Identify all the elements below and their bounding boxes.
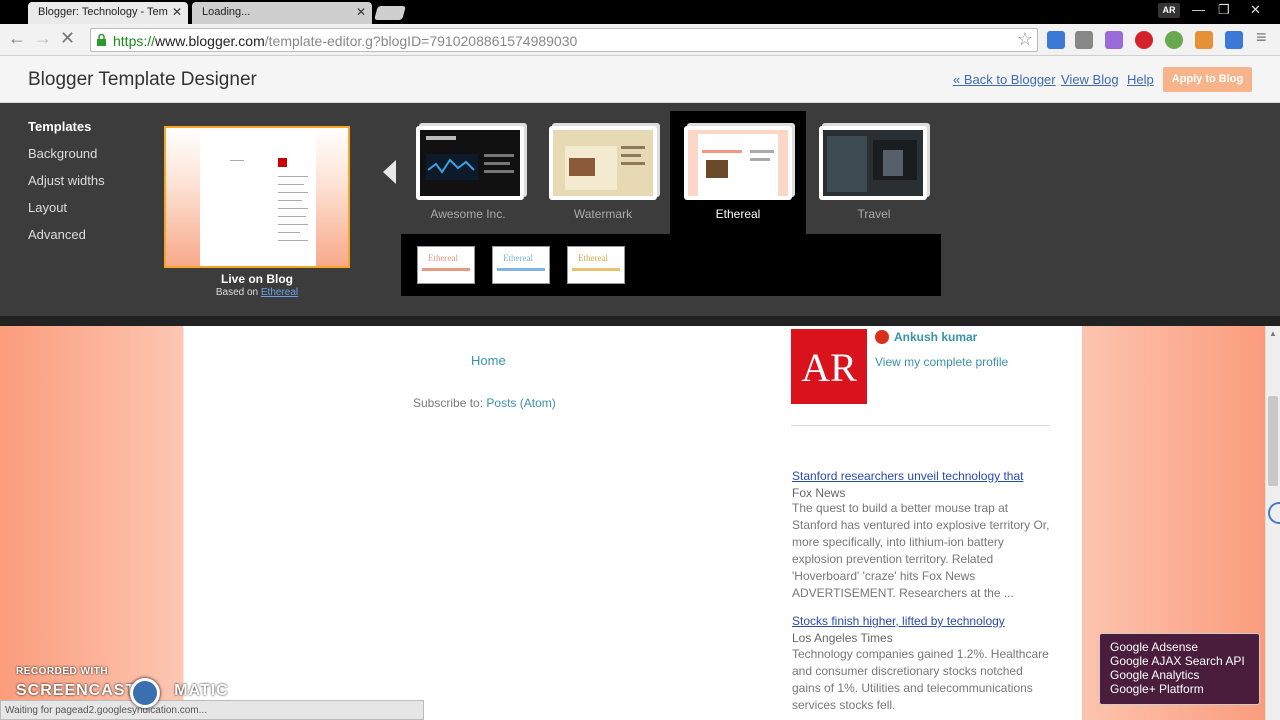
ethereal-preview	[688, 130, 788, 196]
news-snippet: Technology companies gained 1.2%. Health…	[792, 647, 1049, 712]
screencast-logo-icon	[130, 678, 160, 708]
sidebar-item-advanced[interactable]: Advanced	[28, 227, 86, 242]
popup-item: Google+ Platform	[1110, 682, 1204, 696]
sidebar-item-adjust-widths[interactable]: Adjust widths	[28, 173, 105, 188]
designer-header: Blogger Template Designer « Back to Blog…	[0, 56, 1280, 103]
ethereal-link[interactable]: Ethereal	[261, 287, 298, 298]
watermark-line: RECORDED WITH	[16, 666, 109, 677]
close-window-icon[interactable]: ✕	[1250, 2, 1261, 18]
variant-label: Ethereal	[578, 253, 608, 263]
variants-strip	[401, 234, 941, 296]
template-travel[interactable]	[819, 126, 927, 200]
live-on-blog-label: Live on Blog	[221, 272, 293, 286]
stop-icon[interactable]: ✕	[60, 28, 75, 49]
close-icon[interactable]: ✕	[172, 5, 182, 19]
popup-item: Google AJAX Search API	[1110, 654, 1245, 668]
extension-icon[interactable]	[1195, 31, 1213, 49]
tracker-popup: Google Adsense Google AJAX Search API Go…	[1099, 633, 1260, 705]
variant-bar	[422, 268, 470, 271]
sidebar-item-templates[interactable]: Templates	[28, 119, 91, 134]
view-blog-link[interactable]: View Blog	[1061, 72, 1119, 87]
tab-title: Blogger: Technology - Tem	[38, 6, 168, 18]
extension-icon[interactable]	[1225, 31, 1243, 49]
template-name: Awesome Inc.	[430, 207, 506, 221]
author-name-link[interactable]: Ankush kumar	[894, 330, 977, 344]
page-title: Blogger Template Designer	[28, 69, 257, 90]
sidebar-item-background[interactable]: Background	[28, 146, 97, 161]
live-blog-thumbnail[interactable]	[164, 126, 350, 268]
panel-divider[interactable]	[0, 316, 1280, 326]
scroll-up-icon[interactable]: ▲	[1269, 329, 1277, 338]
news-source: Los Angeles Times	[792, 631, 893, 645]
apply-to-blog-button[interactable]: Apply to Blog	[1163, 67, 1252, 92]
back-icon[interactable]: ←	[8, 28, 26, 49]
pinterest-icon[interactable]	[1135, 31, 1153, 49]
variant-thumbnail[interactable]: Ethereal	[567, 246, 625, 284]
variant-bar	[572, 268, 620, 271]
browser-tab-strip: Blogger: Technology - Tem ✕ Loading... ✕…	[0, 0, 1280, 24]
template-name: Watermark	[573, 207, 633, 221]
help-link[interactable]: Help	[1127, 72, 1154, 87]
awesome-inc-preview	[420, 130, 520, 196]
svg-text:AR: AR	[801, 345, 857, 390]
google-plus-icon	[875, 330, 889, 344]
menu-icon[interactable]: ≡	[1256, 27, 1267, 48]
posts-atom-link[interactable]: Posts (Atom)	[486, 396, 555, 410]
scroll-left-arrow-icon[interactable]	[383, 160, 396, 184]
profile-badge[interactable]: AR	[1158, 3, 1180, 18]
variant-label: Ethereal	[428, 253, 458, 263]
subscribe-text: Subscribe to: Posts (Atom)	[413, 396, 556, 410]
tab-loading[interactable]: Loading... ✕	[192, 2, 372, 24]
home-link[interactable]: Home	[471, 353, 506, 368]
template-ethereal[interactable]	[684, 126, 792, 200]
browser-toolbar: ← → ✕ https://www.blogger.com/template-e…	[0, 24, 1280, 56]
thumbnail-page	[200, 132, 316, 266]
bookmark-star-icon[interactable]: ☆	[1017, 29, 1033, 50]
tab-blogger[interactable]: Blogger: Technology - Tem ✕	[28, 2, 188, 24]
news-source: Fox News	[792, 486, 846, 500]
popup-item: Google Analytics	[1110, 668, 1200, 682]
back-to-blogger-link[interactable]: « Back to Blogger	[953, 72, 1056, 87]
popup-item: Google Adsense	[1110, 640, 1199, 654]
news-title-link[interactable]: Stocks finish higher, lifted by technolo…	[792, 614, 1005, 628]
extension-icon[interactable]	[1105, 31, 1123, 49]
address-bar[interactable]: https://www.blogger.com/template-editor.…	[90, 28, 1038, 52]
avatar[interactable]: AR	[791, 329, 867, 404]
sidebar-item-layout[interactable]: Layout	[28, 200, 67, 215]
variant-bar	[497, 268, 545, 271]
news-title-link[interactable]: Stanford researchers unveil technology t…	[792, 469, 1023, 483]
extension-icon[interactable]	[1075, 31, 1093, 49]
divider	[791, 425, 1050, 426]
template-name-selected: Ethereal	[715, 207, 761, 221]
watermark-preview	[553, 130, 653, 196]
view-profile-link[interactable]: View my complete profile	[875, 355, 1008, 369]
restore-icon[interactable]: ❐	[1218, 2, 1230, 18]
extension-icon[interactable]	[1047, 31, 1065, 49]
watermark-logo: SCREENCAST MATIC	[16, 682, 229, 699]
template-name: Travel	[857, 207, 891, 221]
minimize-icon[interactable]: —	[1192, 2, 1205, 17]
lock-icon	[97, 34, 106, 46]
tab-title: Loading...	[202, 6, 251, 18]
variant-thumbnail[interactable]: Ethereal	[417, 246, 475, 284]
template-awesome-inc[interactable]	[416, 126, 524, 200]
variant-label: Ethereal	[503, 253, 533, 263]
url-text: https://www.blogger.com/template-editor.…	[113, 33, 578, 49]
template-watermark[interactable]	[549, 126, 657, 200]
scrollbar-thumb[interactable]	[1268, 396, 1278, 486]
forward-icon[interactable]: →	[34, 28, 52, 49]
news-snippet: The quest to build a better mouse trap a…	[792, 501, 1050, 600]
ar-logo-icon: AR	[801, 345, 857, 390]
thumbnail-avatar	[278, 158, 287, 167]
variant-thumbnail[interactable]: Ethereal	[492, 246, 550, 284]
browser-status-bar: Waiting for pagead2.googlesyndication.co…	[0, 700, 424, 720]
extension-icon[interactable]	[1165, 31, 1183, 49]
based-on-text: Based on Ethereal	[215, 287, 299, 298]
travel-preview	[823, 130, 923, 196]
new-tab-button[interactable]	[374, 6, 406, 20]
close-icon[interactable]: ✕	[356, 5, 366, 19]
